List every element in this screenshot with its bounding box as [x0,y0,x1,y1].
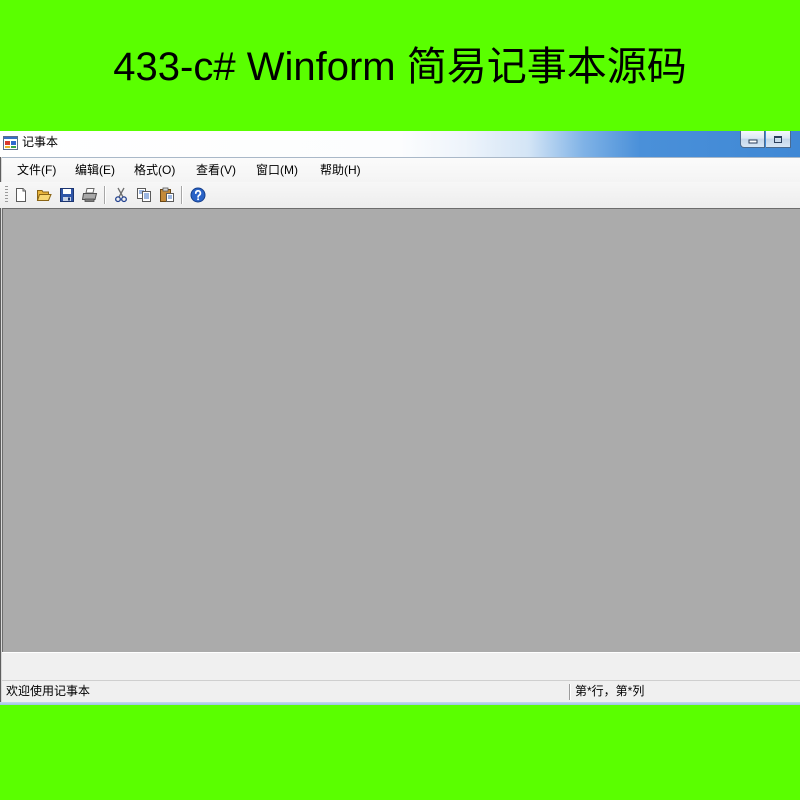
open-folder-icon [36,187,52,203]
new-file-button[interactable] [9,184,32,206]
title-bar[interactable]: 记事本 [0,131,800,157]
window-title: 记事本 [22,135,59,149]
window-bottom-border [0,702,800,705]
menu-help[interactable]: 帮助(H) [311,160,369,180]
paste-icon [159,187,175,203]
banner-title: 433-c# Winform 简易记事本源码 [113,45,687,89]
status-bar: 欢迎使用记事本 第*行，第*列 [2,680,800,702]
cut-button[interactable] [109,184,132,206]
help-icon [190,187,206,203]
copy-button[interactable] [132,184,155,206]
help-button[interactable] [186,184,209,206]
open-file-button[interactable] [32,184,55,206]
minimize-button[interactable] [740,131,765,148]
save-button[interactable] [55,184,78,206]
toolbar-grip[interactable] [5,186,8,204]
print-icon [81,187,98,203]
toolbar [0,182,800,208]
menu-file[interactable]: 文件(F) [8,160,66,180]
notepad-window: 记事本 文件(F) 编辑(E) 格式(O) 查看(V) 窗口(M) 帮助(H) [0,131,800,705]
toolbar-separator [101,185,109,205]
minimize-icon [748,135,758,144]
menu-bar: 文件(F) 编辑(E) 格式(O) 查看(V) 窗口(M) 帮助(H) [2,157,800,182]
mdi-client-area [2,208,800,652]
new-file-icon [13,187,29,203]
app-form-icon[interactable] [3,136,18,150]
lower-panel [2,652,800,680]
menu-format[interactable]: 格式(O) [125,160,187,180]
maximize-icon [773,135,783,144]
save-icon [59,187,75,203]
cut-icon [113,187,129,203]
print-button[interactable] [78,184,101,206]
menu-view[interactable]: 查看(V) [187,160,247,180]
copy-icon [136,187,152,203]
status-separator [569,684,570,700]
status-message: 欢迎使用记事本 [6,684,91,698]
maximize-button[interactable] [766,131,791,148]
paste-button[interactable] [155,184,178,206]
menu-edit[interactable]: 编辑(E) [66,160,125,180]
menu-window[interactable]: 窗口(M) [247,160,311,180]
toolbar-separator [178,185,186,205]
status-cursor-position: 第*行，第*列 [575,684,645,698]
